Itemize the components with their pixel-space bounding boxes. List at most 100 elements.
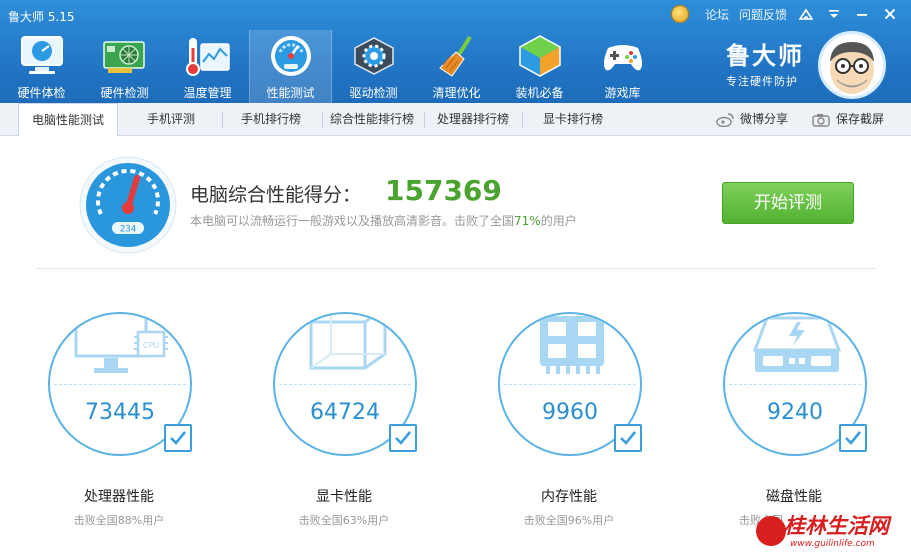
checkbox-checked-icon[interactable] xyxy=(614,424,642,452)
app-header: 鲁大师 5.15 论坛 问题反馈 硬件体检 硬件检测 温度管理 性能测试 驱动检… xyxy=(0,0,911,103)
cube-icon xyxy=(518,35,561,77)
tab-pc-performance[interactable]: 电脑性能测试 xyxy=(18,103,118,137)
close-icon[interactable] xyxy=(881,5,899,23)
tab-gpu-ranking[interactable]: 显卡排行榜 xyxy=(530,103,616,136)
metric-dash-line xyxy=(279,384,411,385)
forum-link[interactable]: 论坛 xyxy=(705,6,729,23)
memory-metric-rank: 击败全国96%用户 xyxy=(523,514,615,527)
memory-chip-icon xyxy=(540,316,604,374)
broom-icon xyxy=(438,35,472,77)
checkbox-checked-icon[interactable] xyxy=(839,424,867,452)
metric-dash-line xyxy=(504,384,636,385)
nav-label: 装机必备 xyxy=(515,86,564,100)
watermark-name: 桂林生活网 xyxy=(784,513,889,538)
nav-label: 硬件检测 xyxy=(100,86,149,100)
medal-icon[interactable] xyxy=(670,5,689,23)
tab-separator xyxy=(522,112,523,128)
nav-cleanup[interactable]: 清理优化 xyxy=(415,30,498,103)
nav-game-library[interactable]: 游戏库 xyxy=(581,30,664,103)
tab-cpu-ranking[interactable]: 处理器排行榜 xyxy=(430,103,516,136)
nav-hardware-detect[interactable]: 硬件检测 xyxy=(83,30,166,103)
nav-hardware-checkup[interactable]: 硬件体检 xyxy=(0,30,83,103)
disk-metric[interactable]: 9240 xyxy=(723,312,873,462)
minimize-icon[interactable] xyxy=(853,5,871,23)
nav-label: 温度管理 xyxy=(183,86,232,100)
hard-disk-icon xyxy=(752,316,842,372)
brand-name: 鲁大师 xyxy=(726,41,804,70)
gpu-metric[interactable]: 64724 xyxy=(273,312,423,462)
thermometer-icon xyxy=(185,38,230,76)
skin-icon[interactable] xyxy=(797,5,815,23)
score-desc-suffix: 的用户 xyxy=(540,214,577,228)
checkbox-checked-icon[interactable] xyxy=(389,424,417,452)
gpu-metric-name: 显卡性能 xyxy=(316,489,372,505)
watermark-logo-icon xyxy=(756,516,786,546)
score-desc-text: 本电脑可以流畅运行一般游戏以及播放高清影音。击败了全国 xyxy=(190,214,515,228)
memory-score: 9960 xyxy=(542,400,598,425)
section-divider xyxy=(36,268,876,269)
brand: 鲁大师 专注硬件防护 xyxy=(726,36,804,89)
top-links: 论坛 问题反馈 xyxy=(670,5,899,23)
gauge-reading: 234 xyxy=(120,225,136,235)
cpu-monitor-icon: CPU xyxy=(74,314,168,373)
nav-label: 硬件体检 xyxy=(17,86,66,100)
nav-performance-test[interactable]: 性能测试 xyxy=(249,30,332,103)
gamepad-icon xyxy=(603,45,642,71)
speedometer-icon: 234 xyxy=(79,156,177,254)
monitor-icon xyxy=(20,36,63,74)
nav-label: 游戏库 xyxy=(604,86,641,100)
score-description: 本电脑可以流畅运行一般游戏以及播放高清影音。击败了全国71%的用户 xyxy=(190,212,577,229)
memory-metric-name: 内存性能 xyxy=(541,489,597,505)
weibo-share-label: 微博分享 xyxy=(740,112,789,126)
cpu-score: 73445 xyxy=(85,400,155,425)
disk-score: 9240 xyxy=(767,400,823,425)
main-nav: 硬件体检 硬件检测 温度管理 性能测试 驱动检测 清理优化 装机必备 游戏库 xyxy=(0,30,664,103)
checkbox-checked-icon[interactable] xyxy=(164,424,192,452)
tab-separator xyxy=(424,112,425,128)
nav-driver-detect[interactable]: 驱动检测 xyxy=(332,30,415,103)
nav-temperature[interactable]: 温度管理 xyxy=(166,30,249,103)
performance-gauge: 234 xyxy=(79,156,177,254)
feedback-link[interactable]: 问题反馈 xyxy=(739,6,787,23)
tab-phone-review[interactable]: 手机评测 xyxy=(126,103,216,136)
tab-phone-ranking[interactable]: 手机排行榜 xyxy=(228,103,314,136)
mascot-face-icon xyxy=(830,42,874,94)
gpu-cube-icon xyxy=(309,314,387,370)
window-title: 鲁大师 5.15 xyxy=(8,10,75,24)
cpu-metric[interactable]: CPU 73445 xyxy=(48,312,198,462)
disk-metric-name: 磁盘性能 xyxy=(766,489,822,505)
site-watermark: 桂林生活网 www.guilinlife.com xyxy=(750,508,910,552)
start-benchmark-button[interactable]: 开始评测 xyxy=(722,182,854,224)
graphics-card-icon xyxy=(102,41,145,73)
save-screenshot-label: 保存截屏 xyxy=(836,112,885,126)
nav-label: 性能测试 xyxy=(266,86,315,100)
nav-label: 清理优化 xyxy=(432,86,481,100)
metric-dash-line xyxy=(729,384,861,385)
speedometer-icon xyxy=(270,36,311,76)
nav-label: 驱动检测 xyxy=(349,86,398,100)
gpu-score: 64724 xyxy=(310,400,380,425)
driver-gear-icon xyxy=(353,37,394,75)
menu-dropdown-icon[interactable] xyxy=(825,5,843,23)
gpu-metric-rank: 击败全国63%用户 xyxy=(298,514,390,527)
weibo-icon xyxy=(716,112,734,127)
memory-metric[interactable]: 9960 xyxy=(498,312,648,462)
sub-tab-bar: 电脑性能测试 手机评测 手机排行榜 综合性能排行榜 处理器排行榜 显卡排行榜 微… xyxy=(0,103,911,137)
watermark-url: www.guilinlife.com xyxy=(790,539,875,549)
nav-essentials[interactable]: 装机必备 xyxy=(498,30,581,103)
score-label: 电脑综合性能得分： xyxy=(190,184,362,206)
weibo-share-button[interactable]: 微博分享 xyxy=(716,103,788,136)
cpu-metric-name: 处理器性能 xyxy=(84,489,154,505)
tab-overall-ranking[interactable]: 综合性能排行榜 xyxy=(326,103,418,136)
beat-percentage: 71% xyxy=(514,214,541,228)
camera-icon xyxy=(812,113,830,127)
cpu-chip-label: CPU xyxy=(143,341,159,350)
brand-slogan: 专注硬件防护 xyxy=(726,75,798,88)
overall-score: 157369 xyxy=(385,174,502,207)
save-screenshot-button[interactable]: 保存截屏 xyxy=(812,103,884,136)
mascot-avatar xyxy=(818,31,886,99)
tab-separator xyxy=(222,112,223,128)
metric-dash-line xyxy=(54,384,186,385)
tab-separator xyxy=(322,112,323,128)
cpu-metric-rank: 击败全国88%用户 xyxy=(73,514,165,527)
